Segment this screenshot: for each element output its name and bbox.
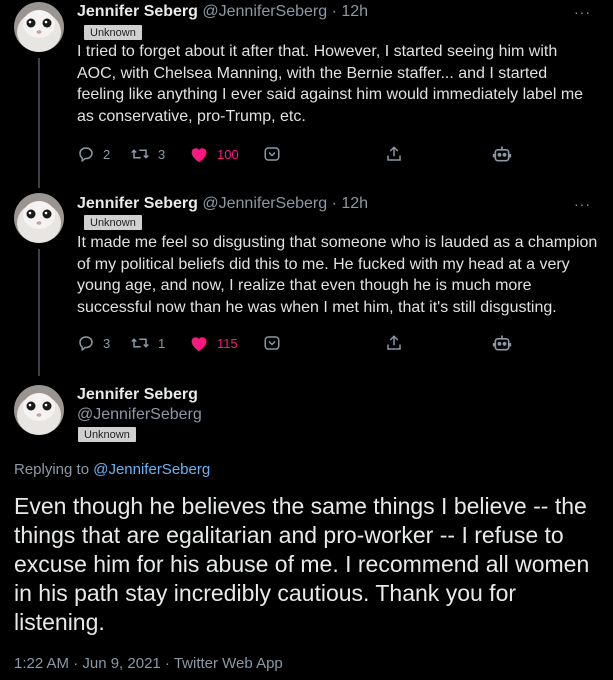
like-count: 115 — [217, 335, 238, 351]
retweet-button[interactable]: 1 — [130, 331, 165, 355]
chevron-down-icon — [264, 336, 280, 350]
reply-button[interactable]: 2 — [77, 142, 110, 166]
robot-icon — [492, 335, 512, 351]
retweet-count: 1 — [158, 335, 166, 351]
like-count: 100 — [217, 146, 239, 162]
replying-to-link[interactable]: @JenniferSeberg — [93, 461, 210, 478]
bot-button[interactable] — [492, 331, 512, 355]
retweet-icon — [131, 149, 149, 159]
thread-line — [38, 249, 40, 376]
like-button[interactable]: 100 — [189, 142, 239, 166]
avatar[interactable] — [14, 193, 64, 243]
retweet-button[interactable]: 3 — [130, 142, 165, 166]
reply-icon — [79, 147, 93, 163]
share-icon — [387, 146, 401, 161]
status-badge: Unknown — [84, 25, 142, 40]
retweet-count: 3 — [158, 146, 166, 162]
more-options-icon[interactable]: ··· — [574, 4, 591, 20]
dropdown-button[interactable] — [263, 142, 281, 166]
robot-icon — [492, 146, 512, 162]
handle[interactable]: @JenniferSeberg — [202, 3, 327, 20]
avatar[interactable] — [14, 2, 64, 52]
display-name[interactable]: Jennifer Seberg — [77, 386, 198, 404]
reply-count: 3 — [103, 335, 111, 351]
display-name[interactable]: Jennifer Seberg — [77, 195, 198, 212]
tweet-text: Even though he believes the same things … — [14, 493, 590, 635]
status-badge: Unknown — [78, 427, 136, 442]
handle[interactable]: @JenniferSeberg — [77, 406, 202, 424]
replying-to: Replying to @JenniferSeberg — [14, 461, 210, 478]
replying-to-label: Replying to — [14, 461, 90, 478]
tweet-timestamp[interactable]: 1:22 AM · Jun 9, 2021 · Twitter Web App — [14, 655, 283, 672]
timestamp[interactable]: · 12h — [332, 195, 368, 212]
reply-count: 2 — [103, 146, 111, 162]
bot-button[interactable] — [492, 142, 512, 166]
share-button[interactable] — [385, 331, 403, 355]
share-button[interactable] — [385, 142, 403, 166]
tweet-text: I tried to forget about it after that. H… — [77, 43, 584, 125]
reply-button[interactable]: 3 — [77, 331, 110, 355]
tweet-text: It made me feel so disgusting that someo… — [77, 234, 598, 316]
more-options-icon[interactable]: ··· — [574, 196, 591, 212]
share-icon — [387, 335, 401, 350]
heart-icon — [191, 337, 207, 352]
status-badge: Unknown — [84, 215, 142, 230]
avatar[interactable] — [14, 385, 64, 435]
chevron-down-icon — [264, 147, 280, 161]
thread-line — [38, 58, 40, 188]
handle[interactable]: @JenniferSeberg — [202, 195, 327, 212]
timestamp[interactable]: · 12h — [332, 3, 368, 20]
display-name[interactable]: Jennifer Seberg — [77, 3, 198, 20]
heart-icon — [191, 148, 207, 163]
dropdown-button[interactable] — [263, 331, 281, 355]
retweet-icon — [131, 338, 149, 348]
tweet-actions: 3 1 115 — [77, 331, 597, 355]
tweet-actions: 2 3 100 — [77, 142, 597, 166]
like-button[interactable]: 115 — [189, 331, 238, 355]
reply-icon — [79, 336, 93, 352]
